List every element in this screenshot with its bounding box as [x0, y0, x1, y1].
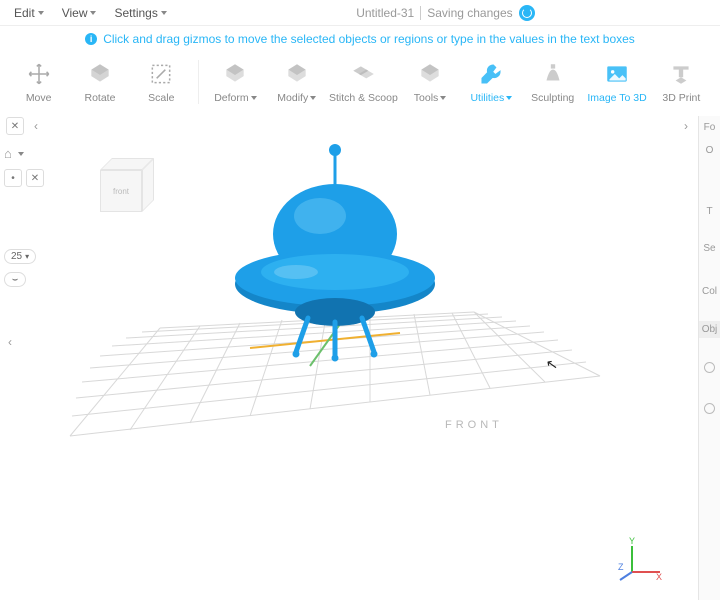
side-o[interactable]: O — [706, 143, 714, 158]
tool-image-to-3d[interactable]: Image To 3D — [587, 58, 646, 106]
radio-1[interactable] — [704, 362, 715, 373]
utilities-icon — [477, 60, 505, 88]
title-bar: Untitled-31 Saving changes — [177, 5, 714, 21]
tool-sculpting-label: Sculpting — [531, 92, 574, 104]
caret-icon — [506, 96, 512, 100]
hint-bar: i Click and drag gizmos to move the sele… — [0, 26, 720, 56]
grid-and-model: FRONT — [0, 116, 698, 600]
menu-edit[interactable]: Edit — [6, 3, 52, 23]
tool-stitch-scoop[interactable]: Stitch & Scoop — [331, 58, 395, 106]
stitch-icon — [349, 60, 377, 88]
viewport[interactable]: ✕ ‹ › ⌂ • ✕ 25▾ ⌣ ‹ front — [0, 116, 698, 600]
move-icon — [25, 60, 53, 88]
print-icon — [667, 60, 695, 88]
side-t[interactable]: T — [706, 204, 712, 219]
deform-icon — [221, 60, 249, 88]
modify-icon — [283, 60, 311, 88]
side-se[interactable]: Se — [703, 241, 715, 256]
axis-gizmo[interactable]: Y X Z — [618, 536, 664, 582]
model-ufo — [235, 144, 435, 362]
sync-icon — [519, 5, 535, 21]
hint-text: Click and drag gizmos to move the select… — [103, 32, 635, 46]
tool-move[interactable]: Move — [12, 58, 65, 106]
menu-view-label: View — [62, 6, 88, 20]
caret-icon — [310, 96, 316, 100]
caret-icon — [251, 96, 257, 100]
tool-deform-label: Deform — [214, 92, 256, 104]
tool-modify[interactable]: Modify — [270, 58, 323, 106]
caret-icon — [90, 11, 96, 15]
tools-icon — [416, 60, 444, 88]
menubar: Edit View Settings Untitled-31 Saving ch… — [0, 0, 720, 26]
rotate-icon — [86, 60, 114, 88]
menu-view[interactable]: View — [54, 3, 105, 23]
grid-front-label: FRONT — [445, 419, 503, 431]
tool-rotate-label: Rotate — [85, 92, 116, 104]
sculpting-icon — [539, 60, 567, 88]
tool-rotate[interactable]: Rotate — [73, 58, 126, 106]
document-title: Untitled-31 — [356, 6, 414, 20]
workspace: ✕ ‹ › ⌂ • ✕ 25▾ ⌣ ‹ front — [0, 116, 720, 600]
menu-edit-label: Edit — [14, 6, 35, 20]
tool-sculpting[interactable]: Sculpting — [526, 58, 579, 106]
toolbar-separator — [198, 60, 199, 104]
tool-deform[interactable]: Deform — [209, 58, 262, 106]
save-status: Saving changes — [427, 6, 512, 20]
tool-modify-label: Modify — [277, 92, 316, 104]
tool-move-label: Move — [26, 92, 52, 104]
tool-scale[interactable]: Scale — [135, 58, 188, 106]
axis-x-label: X — [656, 572, 662, 582]
image-to-3d-icon — [603, 60, 631, 88]
toolbar: Move Rotate Scale Deform Modify Stitch &… — [0, 56, 720, 117]
info-icon: i — [85, 33, 97, 45]
caret-icon — [161, 11, 167, 15]
menu-settings[interactable]: Settings — [106, 3, 174, 23]
side-fo[interactable]: Fo — [704, 120, 716, 135]
axis-y-label: Y — [629, 536, 635, 546]
caret-icon — [440, 96, 446, 100]
menu-settings-label: Settings — [114, 6, 157, 20]
tool-print-label: 3D Print — [662, 92, 700, 104]
tool-3d-print[interactable]: 3D Print — [655, 58, 708, 106]
right-panel-collapsed[interactable]: Fo O T Se Col Obj — [698, 116, 720, 600]
radio-2[interactable] — [704, 403, 715, 414]
tool-image-to-3d-label: Image To 3D — [587, 92, 646, 104]
caret-icon — [38, 11, 44, 15]
title-separator — [420, 6, 421, 20]
tool-utilities[interactable]: Utilities — [465, 58, 518, 106]
scale-icon — [147, 60, 175, 88]
tool-tools[interactable]: Tools — [403, 58, 456, 106]
axis-z-label: Z — [618, 562, 624, 572]
tool-stitch-label: Stitch & Scoop — [329, 92, 398, 104]
tool-scale-label: Scale — [148, 92, 174, 104]
side-obj[interactable]: Obj — [699, 321, 720, 338]
side-col[interactable]: Col — [702, 284, 717, 299]
tool-tools-label: Tools — [414, 92, 447, 104]
tool-utilities-label: Utilities — [470, 92, 512, 104]
